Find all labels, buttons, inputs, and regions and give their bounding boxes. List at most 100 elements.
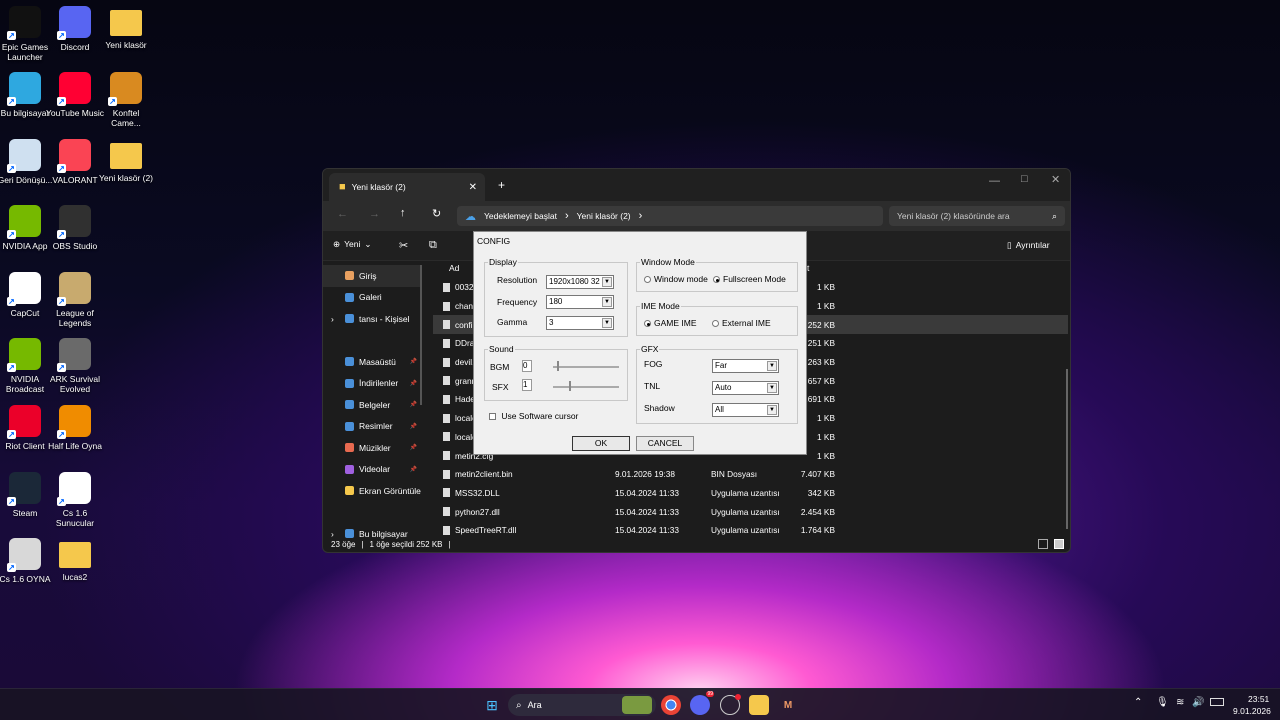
cancel-button[interactable]: CANCEL [636,436,694,451]
breadcrumb-item[interactable]: Yeni klasör (2) [577,211,631,221]
chrome-icon[interactable] [661,695,681,715]
nav-item[interactable]: Videolar 📌 [323,459,421,481]
desktop-icon[interactable]: Yeni klasör [97,6,155,50]
taskbar-search[interactable]: ⌕ Ara [508,694,656,716]
sfx-slider-thumb[interactable] [569,381,571,391]
file-scrollbar[interactable] [1066,369,1068,529]
bgm-value[interactable]: 0 [522,360,532,372]
nav-item[interactable]: Giriş [323,265,421,287]
radio-button[interactable] [644,320,651,328]
pin-icon: 📌 [409,402,417,409]
external-ime-radio[interactable]: External IME [712,318,771,328]
microphone-icon[interactable]: 🎙 [1156,697,1169,708]
desktop-icon[interactable]: ↗ Cs 1.6 Sunucular [46,472,104,528]
start-button[interactable]: ⊞ [482,695,502,715]
desktop-icon[interactable]: ↗ YouTube Music [46,72,104,118]
chevron-right-icon[interactable]: › [331,314,334,324]
breadcrumb-item[interactable]: Yedeklemeyi başlat [484,211,557,221]
file-row[interactable]: metin2client.bin 9.01.2026 19:38 BIN Dosya… [433,465,1068,484]
desktop-icon[interactable]: ↗ OBS Studio [46,205,104,251]
desktop-icon[interactable]: ↗ Konftel Came... [97,72,155,128]
download-icon [345,378,354,388]
resolution-select[interactable]: 1920x1080 32 ▼ [546,275,614,289]
nav-item[interactable]: Masaüstü 📌 [323,351,421,373]
desktop-icon[interactable]: Yeni klasör (2) [97,139,155,183]
nav-item[interactable]: › tansı - Kişisel [323,308,421,330]
close-tab-icon[interactable]: ✕ [469,182,477,193]
clock-time[interactable]: 23:51 [1248,694,1269,704]
fullscreen-mode-radio[interactable]: Fullscreen Mode [713,274,786,284]
chevron-up-icon[interactable]: ⌃ [1134,697,1142,708]
desktop-icon[interactable]: lucas2 [46,538,104,582]
desktop-icon[interactable]: ↗ VALORANT [46,139,104,185]
desktop-icon[interactable]: ↗ ARK Survival Evolved [46,338,104,394]
radio-button[interactable] [713,276,720,284]
sfx-slider[interactable] [553,381,619,391]
tnl-select[interactable]: Auto ▼ [712,381,779,395]
metin2-icon[interactable]: M [778,695,798,715]
game-ime-radio[interactable]: GAME IME [644,318,697,328]
tiles-view-icon[interactable] [1054,539,1064,549]
copy-icon[interactable]: ⧉ [429,239,437,252]
up-icon[interactable]: ↑ [400,207,406,219]
radio-button[interactable] [644,276,651,284]
nav-item-label: Müzikler [359,442,391,453]
desktop-icon[interactable]: ↗ Half Life Oyna [46,405,104,451]
nav-item[interactable]: Müzikler 📌 [323,437,421,459]
file-explorer-icon[interactable] [749,695,769,715]
nav-scrollbar[interactable] [420,265,422,405]
nav-item[interactable]: Galeri [323,287,421,309]
search-placeholder: Yeni klasör (2) klasöründe ara [897,211,1010,221]
desktop-icon[interactable]: ↗ Discord [46,6,104,52]
nav-item[interactable]: Belgeler 📌 [323,394,421,416]
file-row[interactable]: python27.dll 15.04.2024 11:33 Uygulama uza… [433,502,1068,521]
file-date: 9.01.2026 19:38 [615,469,675,480]
back-icon[interactable]: ← [337,208,348,220]
maximize-icon[interactable]: □ [1021,173,1028,185]
desktop-icon[interactable]: ↗ League of Legends [46,272,104,328]
close-window-icon[interactable]: ✕ [1051,173,1060,186]
bgm-slider-thumb[interactable] [557,361,559,371]
ok-button[interactable]: OK [572,436,630,451]
software-cursor-checkbox[interactable]: Use Software cursor [489,411,578,421]
fog-select[interactable]: Far ▼ [712,359,779,373]
radio-button[interactable] [712,320,719,328]
details-button[interactable]: ▯ Ayrıntılar [1007,240,1050,251]
display-group: Display Resolution 1920x1080 32 ▼ Frequen… [484,257,628,337]
details-view-icon[interactable] [1038,539,1048,549]
minimize-icon[interactable]: — [989,175,1000,187]
recording-app-icon[interactable] [720,694,741,715]
bgm-slider[interactable] [553,361,619,371]
tab-yeni-klasor-2[interactable]: ■ Yeni klasör (2) ✕ [329,173,485,201]
checkbox-box[interactable] [489,413,496,421]
cut-icon[interactable]: ✂ [399,239,408,252]
nav-item[interactable]: İndirilenler 📌 [323,373,421,395]
separator: | [361,539,364,549]
frequency-select[interactable]: 180 ▼ [546,295,614,309]
nav-item[interactable]: Resimler 📌 [323,416,421,438]
new-button[interactable]: ⊕ Yeni ⌄ [333,239,371,250]
nav-item[interactable]: Ekran Görüntüle [323,480,421,502]
wifi-icon[interactable]: ≋ [1176,697,1184,708]
desktop-icon-label: Cs 1.6 OYNA [0,574,51,584]
shortcut-arrow-icon: ↗ [7,363,16,372]
gamma-select[interactable]: 3 ▼ [546,316,614,330]
new-tab-icon[interactable]: + [498,178,505,192]
forward-icon[interactable]: → [369,208,380,220]
battery-icon[interactable] [1210,698,1224,706]
sfx-value[interactable]: 1 [522,379,532,391]
file-size: 252 KB [807,319,835,330]
refresh-icon[interactable]: ↻ [432,207,441,220]
volume-icon[interactable]: 🔊 [1192,697,1204,708]
desktop-icon-label: Discord [60,42,90,52]
nav-item-label: tansı - Kişisel [359,313,410,324]
search-input[interactable]: Yeni klasör (2) klasöründe ara ⌕ [889,206,1065,226]
breadcrumb[interactable]: ☁ Yedeklemeyi başlat › Yeni klasör (2) › [457,206,883,226]
window-mode-radio[interactable]: Window mode [644,274,708,284]
file-row[interactable]: MSS32.DLL 15.04.2024 11:33 Uygulama uzantı… [433,484,1068,503]
discord-icon[interactable]: 99 [690,691,714,715]
shadow-select[interactable]: All ▼ [712,403,779,417]
clock-date[interactable]: 9.01.2026 [1233,706,1271,716]
desktop-icon-label: ARK Survival Evolved [49,374,101,394]
search-icon: ⌕ [1051,210,1057,221]
